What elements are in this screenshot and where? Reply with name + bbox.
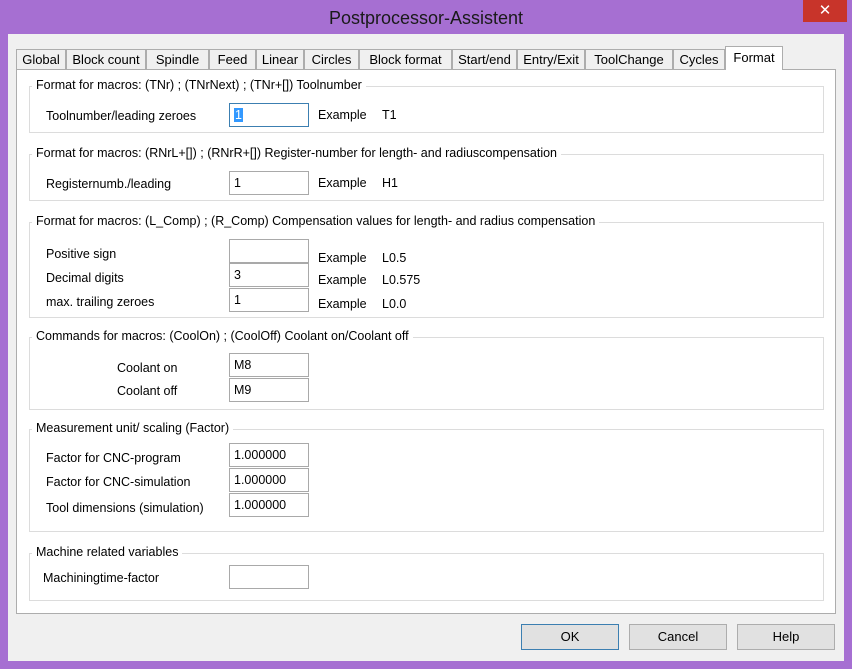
dialog-client: Global Block count Spindle Feed Linear C… [8, 34, 844, 661]
cancel-button[interactable]: Cancel [629, 624, 727, 650]
dialog-window: Postprocessor-Assistent ✕ Global Block c… [0, 0, 852, 669]
toolnumber-group: Format for macros: (TNr) ; (TNrNext) ; (… [29, 78, 824, 133]
tab-linear[interactable]: Linear [256, 49, 304, 69]
toolnumber-example-value: T1 [382, 108, 397, 122]
toolnumber-example-label: Example [318, 108, 367, 122]
coolant-on-input[interactable]: M8 [229, 353, 309, 377]
coolant-group-title: Commands for macros: (CoolOn) ; (CoolOff… [32, 329, 413, 343]
coolant-off-label: Coolant off [117, 384, 178, 398]
scaling-group: Measurement unit/ scaling (Factor) Facto… [29, 421, 824, 532]
tab-feed[interactable]: Feed [209, 49, 256, 69]
decimal-digits-example-label: Example [318, 273, 367, 287]
coolant-off-input[interactable]: M9 [229, 378, 309, 402]
register-example-label: Example [318, 176, 367, 190]
register-label: Registernumb./leading [46, 177, 172, 191]
window-title: Postprocessor-Assistent [328, 8, 524, 28]
scaling-group-title: Measurement unit/ scaling (Factor) [32, 421, 234, 435]
tab-cycles[interactable]: Cycles [673, 49, 725, 69]
register-group: Format for macros: (RNrL+[]) ; (RNrR+[])… [29, 146, 824, 201]
coolant-group: Commands for macros: (CoolOn) ; (CoolOff… [29, 329, 824, 410]
tab-block-count[interactable]: Block count [66, 49, 146, 69]
trailing-zeroes-label: max. trailing zeroes [46, 295, 155, 309]
tab-global[interactable]: Global [16, 49, 66, 69]
tab-format[interactable]: Format [725, 46, 783, 70]
factor-cnc-simulation-label: Factor for CNC-simulation [46, 475, 191, 489]
tool-dimensions-input[interactable]: 1.000000 [229, 493, 309, 517]
machine-group: Machine related variables Machiningtime-… [29, 545, 824, 601]
positive-sign-label: Positive sign [46, 247, 117, 261]
toolnumber-label: Toolnumber/leading zeroes [46, 109, 197, 123]
trailing-zeroes-example-label: Example [318, 297, 367, 311]
tab-start-end[interactable]: Start/end [452, 49, 517, 69]
help-button[interactable]: Help [737, 624, 835, 650]
trailing-zeroes-input[interactable]: 1 [229, 288, 309, 312]
factor-cnc-program-input[interactable]: 1.000000 [229, 443, 309, 467]
close-icon: ✕ [818, 2, 832, 19]
coolant-on-label: Coolant on [117, 361, 178, 375]
tab-entry-exit[interactable]: Entry/Exit [517, 49, 585, 69]
toolnumber-group-title: Format for macros: (TNr) ; (TNrNext) ; (… [32, 78, 366, 92]
machiningtime-factor-label: Machiningtime-factor [43, 571, 160, 585]
register-input[interactable]: 1 [229, 171, 309, 195]
compensation-group: Format for macros: (L_Comp) ; (R_Comp) C… [29, 214, 824, 318]
register-example-value: H1 [382, 176, 398, 190]
close-button[interactable]: ✕ [803, 0, 847, 22]
machiningtime-factor-input[interactable] [229, 565, 309, 589]
decimal-digits-label: Decimal digits [46, 271, 124, 285]
positive-sign-example-value: L0.5 [382, 251, 407, 265]
register-group-title: Format for macros: (RNrL+[]) ; (RNrR+[])… [32, 146, 562, 160]
tool-dimensions-label: Tool dimensions (simulation) [46, 501, 204, 515]
tab-toolchange[interactable]: ToolChange [585, 49, 673, 69]
tab-block-format[interactable]: Block format [359, 49, 452, 69]
decimal-digits-input[interactable]: 3 [229, 263, 309, 287]
ok-button[interactable]: OK [521, 624, 619, 650]
positive-sign-input[interactable] [229, 239, 309, 263]
tab-circles[interactable]: Circles [304, 49, 359, 69]
tab-spindle[interactable]: Spindle [146, 49, 209, 69]
decimal-digits-example-value: L0.575 [382, 273, 421, 287]
factor-cnc-program-label: Factor for CNC-program [46, 451, 181, 465]
machine-group-title: Machine related variables [32, 545, 183, 559]
factor-cnc-simulation-input[interactable]: 1.000000 [229, 468, 309, 492]
trailing-zeroes-example-value: L0.0 [382, 297, 407, 311]
compensation-group-title: Format for macros: (L_Comp) ; (R_Comp) C… [32, 214, 600, 228]
toolnumber-input[interactable]: 1 [229, 103, 309, 127]
toolnumber-value: 1 [234, 108, 243, 122]
format-tab-panel: Format for macros: (TNr) ; (TNrNext) ; (… [16, 69, 836, 614]
positive-sign-example-label: Example [318, 251, 367, 265]
